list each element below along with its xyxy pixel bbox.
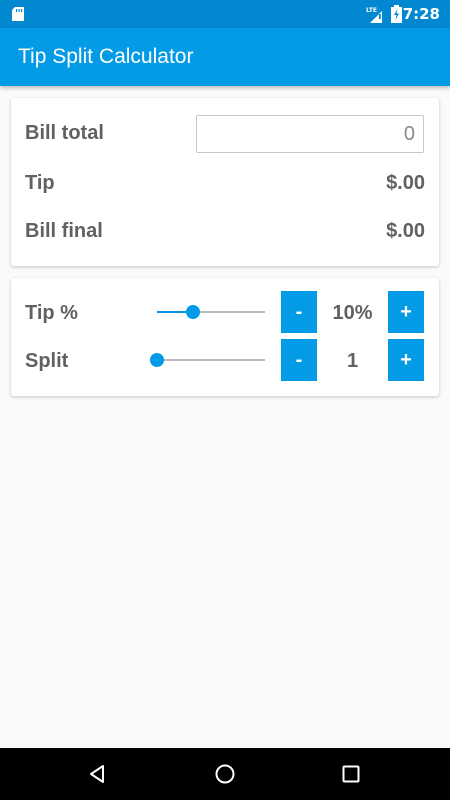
tip-label: Tip (25, 172, 55, 194)
tip-decrease-button[interactable]: - (281, 291, 317, 333)
battery-charging-icon (391, 5, 402, 23)
controls-card: Tip % - 10% + Split - 1 + (11, 278, 439, 396)
bill-total-label: Bill total (25, 122, 104, 144)
tip-percent-label: Tip % (25, 302, 78, 324)
status-bar: LTE 7:28 (0, 0, 450, 28)
slider-thumb[interactable] (185, 305, 200, 319)
slider-thumb[interactable] (150, 353, 164, 367)
svg-text:LTE: LTE (366, 7, 377, 14)
home-icon[interactable] (214, 763, 236, 785)
sd-card-icon (12, 7, 24, 21)
split-label: Split (25, 350, 69, 372)
slider-track (157, 359, 265, 361)
split-decrease-button[interactable]: - (281, 339, 317, 381)
lte-signal-icon: LTE (366, 7, 382, 23)
tip-percent-value: 10% (332, 302, 373, 324)
bill-total-input[interactable] (196, 115, 424, 153)
navigation-bar (0, 748, 450, 800)
recents-icon[interactable] (340, 763, 362, 785)
tip-percent-slider[interactable] (157, 302, 265, 322)
bill-final-amount: $.00 (386, 220, 425, 242)
split-slider[interactable] (150, 350, 265, 370)
split-increase-button[interactable]: + (388, 339, 424, 381)
tip-increase-button[interactable]: + (388, 291, 424, 333)
app-bar: Tip Split Calculator (0, 28, 450, 86)
bill-summary-card: Bill total Tip $.00 Bill final $.00 (11, 98, 439, 266)
split-value: 1 (346, 350, 359, 372)
back-icon[interactable] (86, 763, 108, 785)
tip-amount: $.00 (386, 172, 425, 194)
status-time: 7:28 (402, 5, 440, 23)
page-title: Tip Split Calculator (18, 45, 194, 68)
bill-final-label: Bill final (25, 220, 103, 242)
